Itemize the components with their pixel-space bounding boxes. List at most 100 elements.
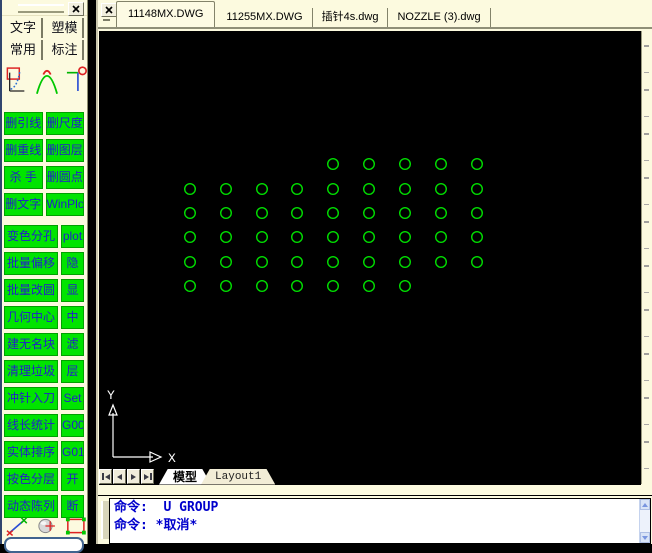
hole-circle bbox=[435, 182, 448, 195]
sidebar-button[interactable]: 实体排序 bbox=[4, 441, 58, 464]
hole-circle bbox=[183, 230, 196, 243]
tab-previous-button[interactable] bbox=[113, 469, 126, 484]
hole-circle bbox=[326, 230, 339, 243]
hole-circle bbox=[326, 255, 339, 268]
sidebar-button[interactable]: 批量改圆 bbox=[4, 279, 58, 302]
hole-circle bbox=[219, 255, 232, 268]
sidebar-button[interactable]: 隐 bbox=[61, 252, 84, 275]
command-scrollbar[interactable] bbox=[639, 499, 650, 543]
sidebar-button-row: 删引线 删尺度 bbox=[4, 112, 84, 135]
hole-circle bbox=[471, 206, 484, 219]
scroll-up-button[interactable] bbox=[640, 499, 650, 510]
scroll-down-button[interactable] bbox=[640, 532, 650, 543]
sidebar-button[interactable]: 层 bbox=[61, 360, 84, 383]
sidebar-button[interactable]: 删圆点 bbox=[45, 166, 84, 189]
corner-rectangle-icon[interactable] bbox=[65, 516, 88, 536]
sidebar-button[interactable]: 删引线 bbox=[4, 112, 43, 135]
sidebar-button[interactable]: 建无名块 bbox=[4, 333, 58, 356]
sidebar-button[interactable]: 按色分层 bbox=[4, 468, 58, 491]
endpoint-line-icon[interactable] bbox=[6, 516, 29, 536]
hole-circle bbox=[255, 279, 268, 292]
sidebar-button[interactable]: 断 bbox=[61, 495, 84, 518]
hole-circle bbox=[363, 255, 376, 268]
close-icon bbox=[105, 6, 113, 14]
doc-tab[interactable]: 11255MX.DWG bbox=[217, 8, 313, 27]
sidebar-button[interactable]: 杀 手 bbox=[4, 166, 43, 189]
sidebar-button[interactable]: 显 bbox=[61, 279, 84, 302]
sidebar-button[interactable]: 滤 bbox=[61, 333, 84, 356]
tab-last-button[interactable] bbox=[141, 469, 154, 484]
sidebar-button[interactable]: 变色分孔 bbox=[4, 225, 58, 248]
sidebar-button[interactable]: 中 bbox=[61, 306, 84, 329]
hole-circle bbox=[399, 255, 412, 268]
hole-circle bbox=[290, 255, 303, 268]
ucs-icon bbox=[108, 403, 163, 463]
sidebar-button[interactable]: 几何中心 bbox=[4, 306, 58, 329]
sidebar-button[interactable]: 删文字 bbox=[4, 193, 43, 216]
sidebar-button[interactable]: 线长统计 bbox=[4, 414, 58, 437]
hole-circle bbox=[363, 230, 376, 243]
sidebar-button-row: 删重线 删图层 bbox=[4, 139, 84, 162]
sidebar-button[interactable]: 删图层 bbox=[45, 139, 84, 162]
command-window[interactable]: 命令: U GROUP 命令: *取消* bbox=[109, 498, 651, 544]
sidebar-button[interactable]: 删重线 bbox=[4, 139, 43, 162]
command-prompt-line: 命令: *取消* bbox=[114, 518, 198, 533]
sidebar-button[interactable]: 动态陈列 bbox=[4, 495, 58, 518]
tab-first-button[interactable] bbox=[99, 469, 112, 484]
sidebar-button[interactable]: 批量偏移 bbox=[4, 252, 58, 275]
drawing-svg: Y X bbox=[107, 157, 484, 466]
sidebar-button[interactable]: plot bbox=[61, 225, 84, 248]
hole-circle bbox=[471, 255, 484, 268]
sidebar-button[interactable]: 删尺度 bbox=[45, 112, 84, 135]
sidebar-input[interactable] bbox=[4, 537, 84, 553]
hole-circle bbox=[183, 206, 196, 219]
hole-circle bbox=[435, 230, 448, 243]
drawing-canvas[interactable]: Y X bbox=[99, 31, 641, 468]
sidebar-button[interactable]: WinPlot bbox=[45, 193, 84, 216]
doc-tab[interactable]: 插针4s.dwg bbox=[313, 8, 389, 27]
document-close-button[interactable] bbox=[101, 3, 117, 17]
palette-tab-text[interactable]: 文字 bbox=[4, 18, 43, 38]
sidebar-button-row: 几何中心中 bbox=[4, 306, 84, 329]
layout-tabbar: 模型 Layout1 bbox=[99, 468, 641, 485]
hole-circle bbox=[183, 255, 196, 268]
hole-circle bbox=[326, 206, 339, 219]
sidebar-button-row: 删文字 WinPlot bbox=[4, 193, 84, 216]
palette-tab-common[interactable]: 常用 bbox=[4, 40, 43, 60]
sidebar-button[interactable]: 冲针入刀 bbox=[4, 387, 58, 410]
sidebar-button-row: 线长统计 G00 bbox=[4, 414, 84, 437]
docked-toolbar-strip[interactable] bbox=[641, 31, 652, 484]
palette-close-button[interactable] bbox=[68, 2, 84, 16]
sidebar-button-row: 冲针入刀 Set bbox=[4, 387, 84, 410]
sidebar-button[interactable]: 开 bbox=[61, 468, 84, 491]
hole-circle bbox=[219, 182, 232, 195]
next-tab-icon bbox=[131, 473, 136, 480]
sidebar-button[interactable]: 清理垃圾 bbox=[4, 360, 58, 383]
doc-tab[interactable]: 11148MX.DWG bbox=[116, 1, 216, 27]
sidebar-button[interactable]: Set bbox=[61, 387, 84, 410]
tab-next-button[interactable] bbox=[127, 469, 140, 484]
sidebar-button[interactable]: G01 bbox=[61, 441, 84, 464]
palette-titlebar[interactable] bbox=[2, 0, 87, 16]
palette-drag-grip[interactable] bbox=[18, 4, 64, 13]
hole-circle bbox=[255, 182, 268, 195]
palette-tab-dimension[interactable]: 标注 bbox=[45, 40, 84, 60]
scroll-up-icon bbox=[642, 502, 648, 507]
sphere-icon[interactable] bbox=[36, 516, 59, 536]
hole-circle bbox=[255, 206, 268, 219]
first-tab-icon bbox=[101, 473, 104, 480]
sidebar-button[interactable]: G00 bbox=[61, 414, 84, 437]
pin-leader-icon[interactable] bbox=[66, 62, 88, 98]
document-minimize-grip[interactable] bbox=[103, 19, 110, 21]
hole-circle bbox=[435, 206, 448, 219]
command-splitter[interactable] bbox=[98, 485, 652, 496]
doc-tab[interactable]: NOZZLE (3).dwg bbox=[388, 8, 491, 27]
close-icon bbox=[72, 5, 80, 13]
hole-circle bbox=[435, 157, 448, 170]
hole-circle bbox=[326, 279, 339, 292]
spline-curve-icon[interactable] bbox=[6, 62, 28, 98]
tab-layout1[interactable]: Layout1 bbox=[201, 469, 275, 485]
sidebar-button-row: 实体排序 G01 bbox=[4, 441, 84, 464]
peak-arc-icon[interactable] bbox=[36, 62, 58, 98]
palette-tab-mold[interactable]: 塑模 bbox=[45, 18, 84, 38]
